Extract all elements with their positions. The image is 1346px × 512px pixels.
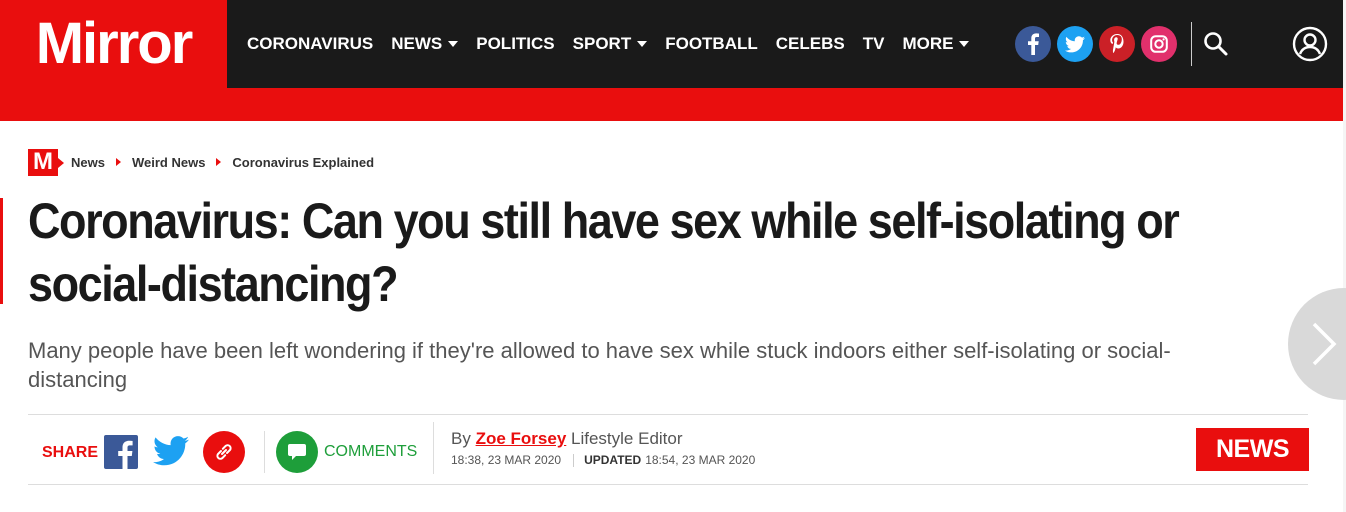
- social-links: [1015, 26, 1183, 62]
- breadcrumb-item-coronavirus-explained[interactable]: Coronavirus Explained: [232, 155, 374, 170]
- next-article-button[interactable]: [1288, 288, 1346, 400]
- main-nav: CORONAVIRUS NEWS POLITICS SPORT FOOTBALL…: [247, 0, 987, 88]
- author-link[interactable]: Zoe Forsey: [476, 429, 567, 448]
- chevron-right-icon: [216, 158, 222, 166]
- mirror-logo[interactable]: Mirror: [0, 0, 227, 88]
- byline-by: By: [451, 429, 471, 448]
- chevron-down-icon: [637, 41, 648, 47]
- byline: By Zoe Forsey Lifestyle Editor: [451, 429, 683, 449]
- updated-label: UPDATED: [584, 453, 642, 467]
- chevron-right-icon: [1312, 322, 1337, 366]
- nav-item-tv[interactable]: TV: [863, 34, 885, 54]
- account-icon[interactable]: [1292, 26, 1328, 62]
- published-date: 18:38, 23 MAR 2020: [451, 453, 562, 467]
- article-headline: Coronavirus: Can you still have sex whil…: [28, 193, 1180, 312]
- headline-accent-bar: [0, 198, 3, 304]
- pinterest-icon[interactable]: [1099, 26, 1135, 62]
- nav-item-politics[interactable]: POLITICS: [476, 34, 554, 54]
- byline-separator: [433, 422, 434, 474]
- share-row-divider-bottom: [28, 484, 1308, 485]
- facebook-icon[interactable]: [1015, 26, 1051, 62]
- breadcrumb: M News Weird News Coronavirus Explained: [28, 148, 374, 176]
- mirror-m-logo[interactable]: M: [28, 148, 64, 176]
- twitter-icon[interactable]: [1057, 26, 1093, 62]
- share-separator: [264, 431, 265, 473]
- nav-item-more[interactable]: MORE: [902, 34, 970, 54]
- section-badge-news[interactable]: NEWS: [1196, 428, 1309, 471]
- nav-item-sport[interactable]: SPORT: [573, 34, 648, 54]
- instagram-icon[interactable]: [1141, 26, 1177, 62]
- article-dates: 18:38, 23 MAR 2020 UPDATED 18:54, 23 MAR…: [451, 453, 755, 467]
- share-facebook-icon[interactable]: [104, 435, 138, 469]
- comment-bubble-icon: [276, 431, 318, 473]
- date-separator: [573, 453, 575, 467]
- nav-item-news[interactable]: NEWS: [391, 34, 459, 54]
- header-divider: [1191, 22, 1192, 66]
- article-standfirst: Many people have been left wondering if …: [28, 338, 1171, 392]
- chevron-down-icon: [448, 41, 459, 47]
- breadcrumb-item-weird-news[interactable]: Weird News: [132, 155, 205, 170]
- chevron-down-icon: [959, 41, 970, 47]
- breadcrumb-item-news[interactable]: News: [71, 155, 105, 170]
- updated-date: 18:54, 23 MAR 2020: [645, 453, 756, 467]
- nav-item-football[interactable]: FOOTBALL: [665, 34, 758, 54]
- share-label: SHARE: [42, 444, 99, 461]
- share-twitter-icon[interactable]: [153, 436, 189, 468]
- comments-button[interactable]: COMMENTS: [276, 431, 417, 473]
- header-red-band: [0, 88, 1346, 121]
- top-navigation-bar: Mirror CORONAVIRUS NEWS POLITICS SPORT F…: [0, 0, 1346, 88]
- author-role: Lifestyle Editor: [571, 429, 683, 448]
- share-row-divider-top: [28, 414, 1308, 415]
- logo-text: Mirror: [35, 11, 194, 76]
- nav-item-celebs[interactable]: CELEBS: [776, 34, 845, 54]
- nav-item-coronavirus[interactable]: CORONAVIRUS: [247, 34, 373, 54]
- search-icon[interactable]: [1202, 30, 1230, 58]
- copy-link-icon[interactable]: [203, 431, 245, 473]
- chevron-right-icon: [115, 158, 121, 166]
- comments-label: COMMENTS: [324, 443, 418, 460]
